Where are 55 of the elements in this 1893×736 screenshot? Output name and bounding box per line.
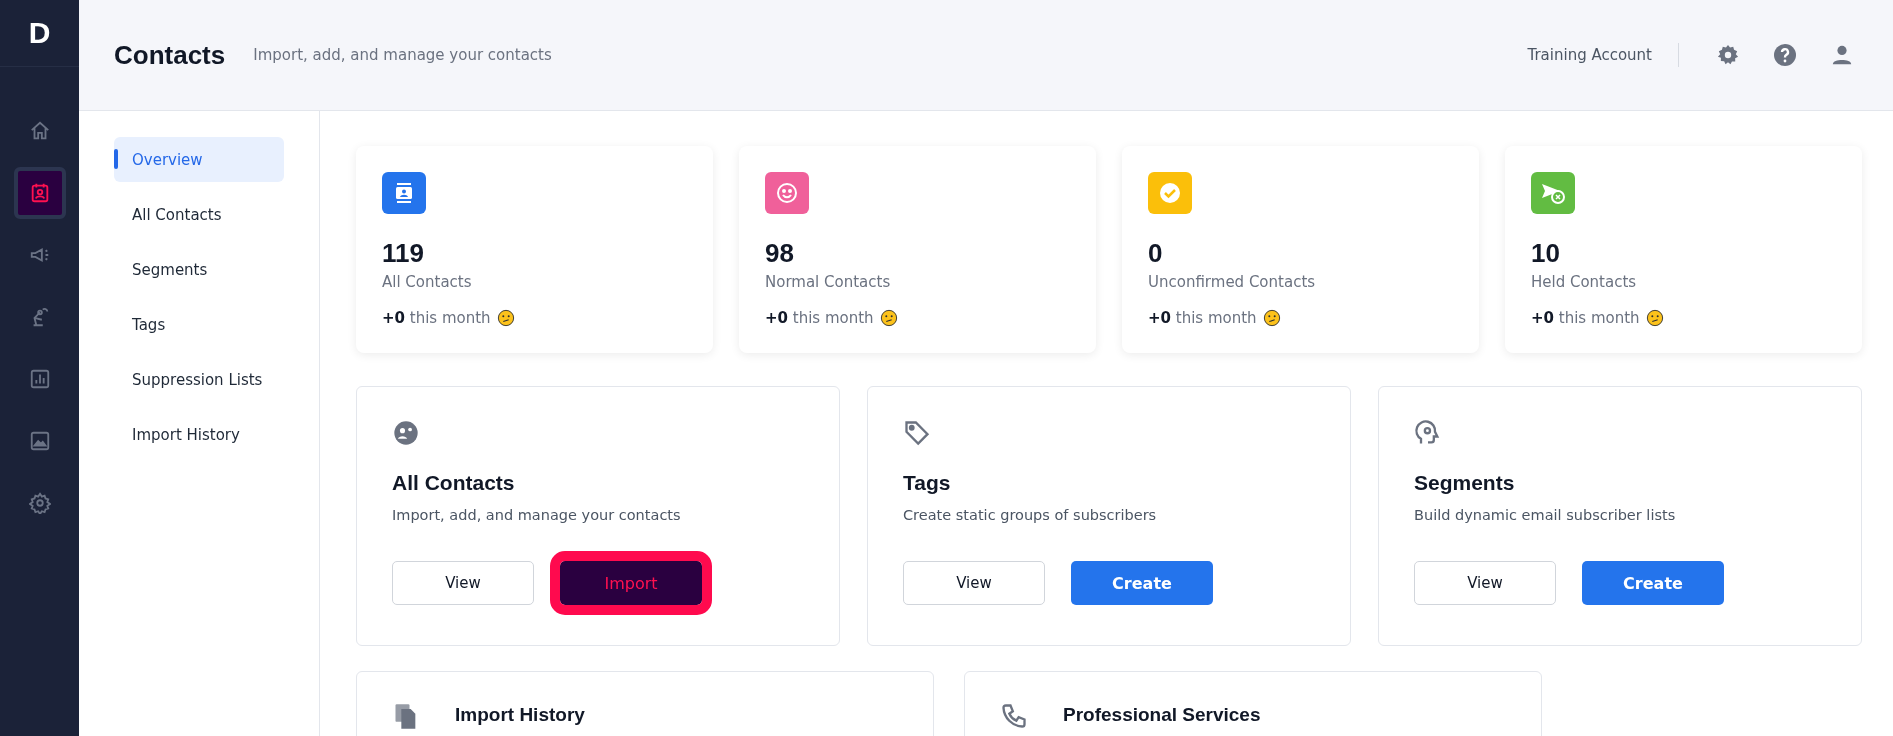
feature-title: Segments [1414,471,1516,495]
page-subtitle: Import, add, and manage your contacts [253,46,553,64]
stat-change: +0 this month [1148,309,1257,327]
feature-description: Build dynamic email subscriber lists [1414,507,1677,523]
send-blocked-icon [1540,181,1566,205]
settings-icon [28,492,51,514]
bar-chart-icon [28,368,51,390]
confused-face-icon [879,309,898,327]
link-card-title: Professional Services [1063,704,1261,726]
stat-value: 119 [382,238,425,269]
stat-change: +0 this month [1531,309,1640,327]
user-icon[interactable] [1831,44,1853,66]
page-title: Contacts [114,39,226,71]
feature-title: All Contacts [392,471,516,495]
link-card[interactable]: Professional Services [964,671,1542,736]
subnav-item[interactable]: Import History [114,412,284,457]
subnav-item[interactable]: Suppression Lists [114,357,284,402]
user-group-icon [392,419,420,447]
rail-nav-item[interactable] [13,167,66,219]
link-card[interactable]: Import History [356,671,934,736]
subnav-item[interactable]: Tags [114,302,284,347]
image-icon [28,430,51,452]
stat-change: +0 this month [765,309,874,327]
feature-description: Create static groups of subscribers [903,507,1158,523]
subnav-item[interactable]: Segments [114,247,284,292]
view-button[interactable]: View [903,561,1045,605]
feature-description: Import, add, and manage your contacts [392,507,682,523]
stat-label: All Contacts [382,273,473,291]
stat-value: 0 [1148,238,1164,269]
view-button[interactable]: View [1414,561,1556,605]
stat-value: 98 [765,238,795,269]
stat-label: Normal Contacts [765,273,892,291]
stat-label: Unconfirmed Contacts [1148,273,1317,291]
check-circle-icon [1158,181,1182,205]
home-icon [28,120,51,142]
stat-label: Held Contacts [1531,273,1638,291]
phone-icon [1000,702,1028,730]
stat-change: +0 this month [382,309,491,327]
confused-face-icon [496,309,515,327]
subnav-item[interactable]: All Contacts [114,192,284,237]
action-button[interactable]: Create [1582,561,1724,605]
stat-value: 10 [1531,238,1561,269]
help-icon[interactable] [1773,43,1797,67]
subnav-item[interactable]: Overview [114,137,284,182]
action-button[interactable]: Create [1071,561,1213,605]
confused-face-icon [1262,309,1281,327]
account-name[interactable]: Training Account [1527,43,1679,67]
link-card-title: Import History [455,704,585,726]
tag-icon [903,419,931,447]
head-gear-icon [1414,419,1442,447]
smiley-icon [775,181,799,205]
settings-icon[interactable] [1717,44,1739,66]
feature-title: Tags [903,471,952,495]
view-button[interactable]: View [392,561,534,605]
confused-face-icon [1645,309,1664,327]
